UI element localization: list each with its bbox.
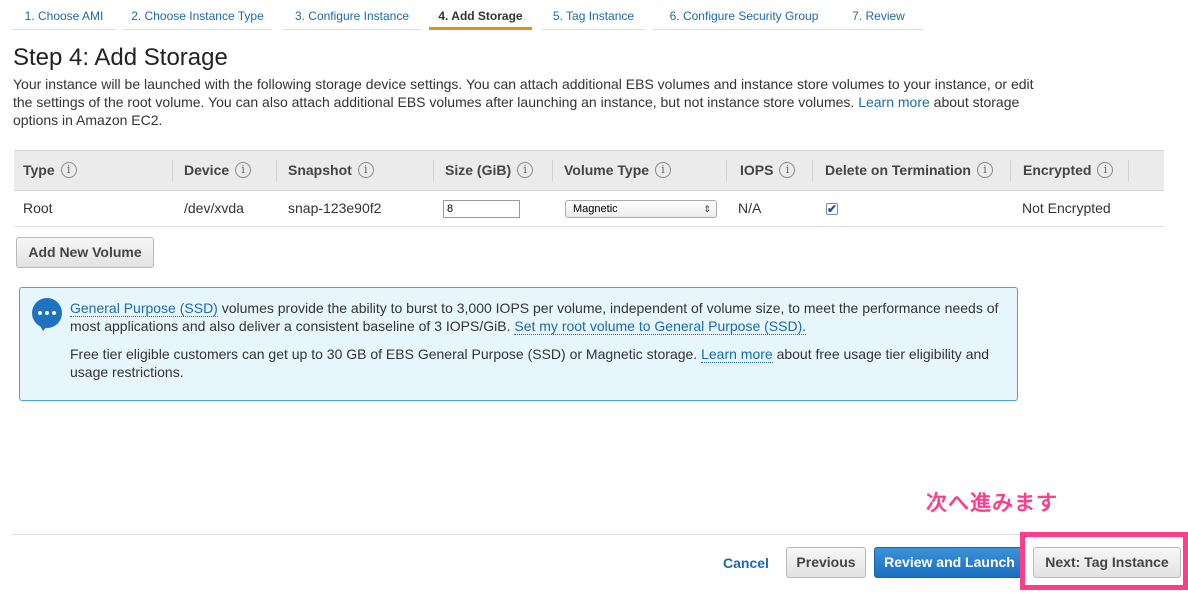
column-header-size: Size (GiB) i (445, 151, 534, 190)
cancel-link[interactable]: Cancel (723, 555, 769, 571)
column-divider (1128, 160, 1129, 182)
info-paragraph-free-tier: Free tier eligible customers can get up … (70, 345, 1000, 381)
tab-choose-instance-type[interactable]: 2. Choose Instance Type (123, 0, 272, 30)
info-icon[interactable]: i (357, 162, 374, 179)
annotation-next-text: 次へ進みます (926, 492, 1058, 515)
cell-iops: N/A (738, 200, 762, 216)
tab-review[interactable]: 7. Review (834, 0, 923, 30)
select-arrows-icon: ⇕ (703, 204, 711, 214)
volume-type-select[interactable]: Magnetic ⇕ (565, 200, 717, 218)
column-divider (172, 160, 173, 182)
info-icon[interactable]: i (517, 162, 534, 179)
column-header-delete-on-termination: Delete on Termination i (825, 151, 993, 190)
column-header-volume-type: Volume Type i (564, 151, 672, 190)
learn-more-free-tier-link[interactable]: Learn more (701, 346, 773, 363)
size-input[interactable] (443, 200, 520, 218)
set-root-volume-ssd-link[interactable]: Set my root volume to General Purpose (S… (514, 318, 807, 335)
info-text-free-tier: Free tier eligible customers can get up … (70, 346, 698, 362)
chat-bubble-icon (32, 298, 62, 331)
column-divider (433, 160, 434, 182)
footer-divider (12, 534, 1188, 535)
review-and-launch-button[interactable]: Review and Launch (874, 547, 1025, 578)
column-header-device: Device i (184, 151, 252, 190)
cell-encrypted: Not Encrypted (1022, 200, 1111, 216)
column-divider (276, 160, 277, 182)
volume-type-value: Magnetic (573, 203, 618, 215)
column-divider (1010, 160, 1011, 182)
delete-on-termination-checkbox[interactable]: ✔ (826, 203, 838, 215)
add-new-volume-button[interactable]: Add New Volume (16, 237, 154, 268)
column-divider (552, 160, 553, 182)
column-header-snapshot: Snapshot i (288, 151, 374, 190)
info-icon[interactable]: i (976, 162, 993, 179)
annotation-highlight-box (1020, 532, 1188, 590)
tab-configure-instance[interactable]: 3. Configure Instance (283, 0, 421, 30)
page-title: Step 4: Add Storage (13, 44, 228, 71)
column-divider (812, 160, 813, 182)
checkmark-icon: ✔ (827, 202, 838, 216)
tab-configure-security-group[interactable]: 6. Configure Security Group (653, 0, 835, 30)
column-header-encrypted: Encrypted i (1023, 151, 1114, 190)
info-icon[interactable]: i (779, 162, 796, 179)
learn-more-storage-link[interactable]: Learn more (858, 94, 930, 110)
info-paragraph-ssd: General Purpose (SSD) volumes provide th… (70, 299, 1000, 335)
cell-snapshot: snap-123e90f2 (288, 200, 382, 216)
table-row: Root /dev/xvda snap-123e90f2 Magnetic ⇕ … (14, 191, 1164, 227)
storage-table: Type i Device i Snapshot i Size (GiB) i Volu… (14, 150, 1164, 227)
tab-tag-instance[interactable]: 5. Tag Instance (542, 0, 645, 30)
intro-text: Your instance will be launched with the … (13, 75, 1043, 129)
info-icon[interactable]: i (1097, 162, 1114, 179)
column-divider (726, 160, 727, 182)
column-header-iops: IOPS i (740, 151, 796, 190)
ssd-info-box: General Purpose (SSD) volumes provide th… (19, 287, 1018, 401)
previous-button[interactable]: Previous (786, 547, 866, 578)
info-icon[interactable]: i (235, 162, 252, 179)
cell-device: /dev/xvda (184, 200, 244, 216)
general-purpose-ssd-link[interactable]: General Purpose (SSD) (70, 300, 218, 317)
info-icon[interactable]: i (655, 162, 672, 179)
cell-type: Root (23, 200, 53, 216)
tab-add-storage[interactable]: 4. Add Storage (429, 0, 532, 30)
column-header-type: Type i (23, 151, 77, 190)
table-header: Type i Device i Snapshot i Size (GiB) i Volu… (14, 150, 1164, 191)
info-icon[interactable]: i (60, 162, 77, 179)
tab-choose-ami[interactable]: 1. Choose AMI (12, 0, 116, 30)
